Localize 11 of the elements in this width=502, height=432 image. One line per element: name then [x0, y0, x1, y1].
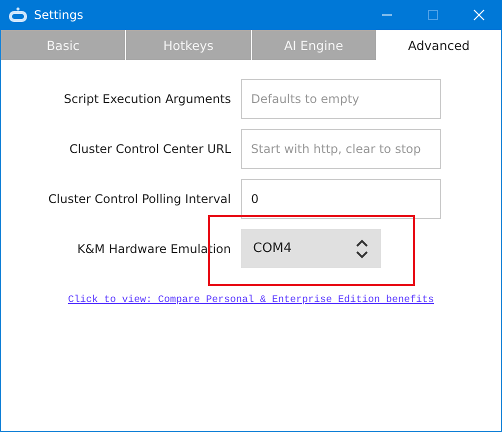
- up-down-icon: [355, 238, 369, 260]
- input-field[interactable]: Defaults to empty: [241, 79, 441, 119]
- field-label: Cluster Control Polling Interval: [47, 192, 231, 206]
- field-label: Script Execution Arguments: [62, 92, 231, 106]
- input-field[interactable]: 0: [241, 179, 441, 219]
- field-label: Cluster Control Center URL: [68, 142, 231, 156]
- dropdown[interactable]: COM4: [241, 229, 381, 268]
- window-title: Settings: [34, 8, 84, 22]
- compare-editions-link[interactable]: Click to view: Compare Personal & Enterprise Edition benefits: [68, 295, 434, 306]
- robot-icon: [8, 7, 28, 23]
- input-field[interactable]: Start with http, clear to stop: [241, 129, 441, 169]
